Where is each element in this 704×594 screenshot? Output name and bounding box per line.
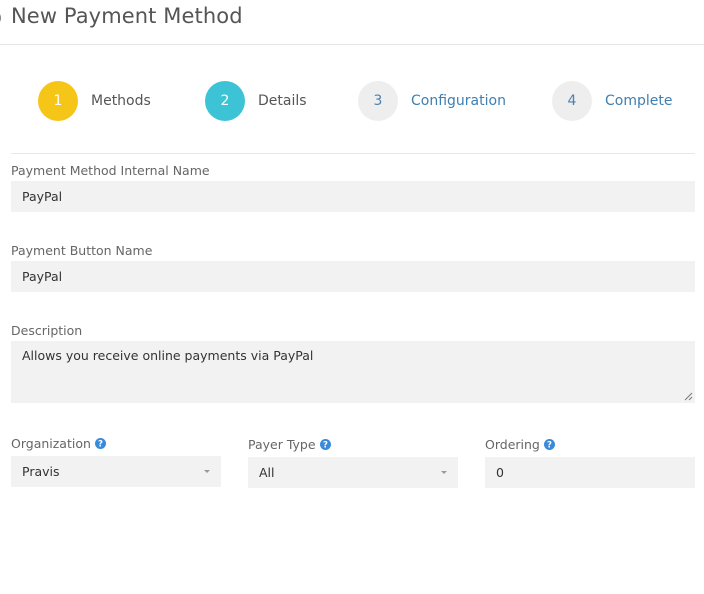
step-number-badge: 2: [205, 81, 245, 121]
organization-label-text: Organization: [11, 436, 91, 451]
payer-type-label-text: Payer Type: [248, 437, 316, 452]
resize-grip-icon[interactable]: [684, 392, 693, 401]
step-configuration[interactable]: 3 Configuration: [358, 80, 506, 122]
page-title: New Payment Method: [11, 4, 243, 28]
ordering-label-text: Ordering: [485, 437, 540, 452]
organization-select[interactable]: Pravis: [11, 456, 221, 487]
organization-label: Organization ?: [11, 436, 106, 451]
organization-value: Pravis: [22, 464, 60, 479]
question-circle-icon[interactable]: ?: [319, 439, 331, 450]
section-divider: [11, 153, 695, 154]
description-label: Description: [11, 323, 83, 338]
payer-type-select[interactable]: All: [248, 457, 458, 488]
step-number-badge: 3: [358, 81, 398, 121]
step-number-badge: 1: [38, 81, 78, 121]
internal-name-label: Payment Method Internal Name: [11, 163, 210, 178]
svg-text:?: ?: [98, 440, 103, 449]
description-text: Allows you receive online payments via P…: [22, 348, 314, 363]
step-complete[interactable]: 4 Complete: [552, 80, 672, 122]
step-details[interactable]: 2 Details: [205, 80, 307, 122]
wizard-steps: 1 Methods 2 Details 3 Configuration 4 Co…: [0, 80, 704, 122]
description-textarea[interactable]: Allows you receive online payments via P…: [11, 341, 695, 403]
step-label: Details: [258, 93, 307, 109]
button-name-input[interactable]: PayPal: [11, 261, 695, 292]
button-name-label: Payment Button Name: [11, 243, 153, 258]
question-circle-icon[interactable]: ?: [543, 439, 555, 450]
step-methods[interactable]: 1 Methods: [38, 80, 151, 122]
ordering-input[interactable]: 0: [485, 457, 695, 488]
step-label: Configuration: [411, 93, 506, 109]
payer-type-label: Payer Type ?: [248, 437, 331, 452]
step-label: Complete: [605, 93, 673, 109]
svg-text:?: ?: [323, 441, 328, 450]
step-number-badge: 4: [552, 81, 592, 121]
page-header: New Payment Method: [0, 0, 704, 45]
payer-type-value: All: [259, 465, 275, 480]
question-circle-icon[interactable]: ?: [94, 438, 106, 449]
internal-name-input[interactable]: PayPal: [11, 181, 695, 212]
ordering-label: Ordering ?: [485, 437, 555, 452]
chevron-down-icon: [204, 470, 210, 473]
svg-text:?: ?: [547, 441, 552, 450]
back-arrow-icon[interactable]: [0, 7, 4, 29]
chevron-down-icon: [441, 471, 447, 474]
step-label: Methods: [91, 93, 151, 109]
